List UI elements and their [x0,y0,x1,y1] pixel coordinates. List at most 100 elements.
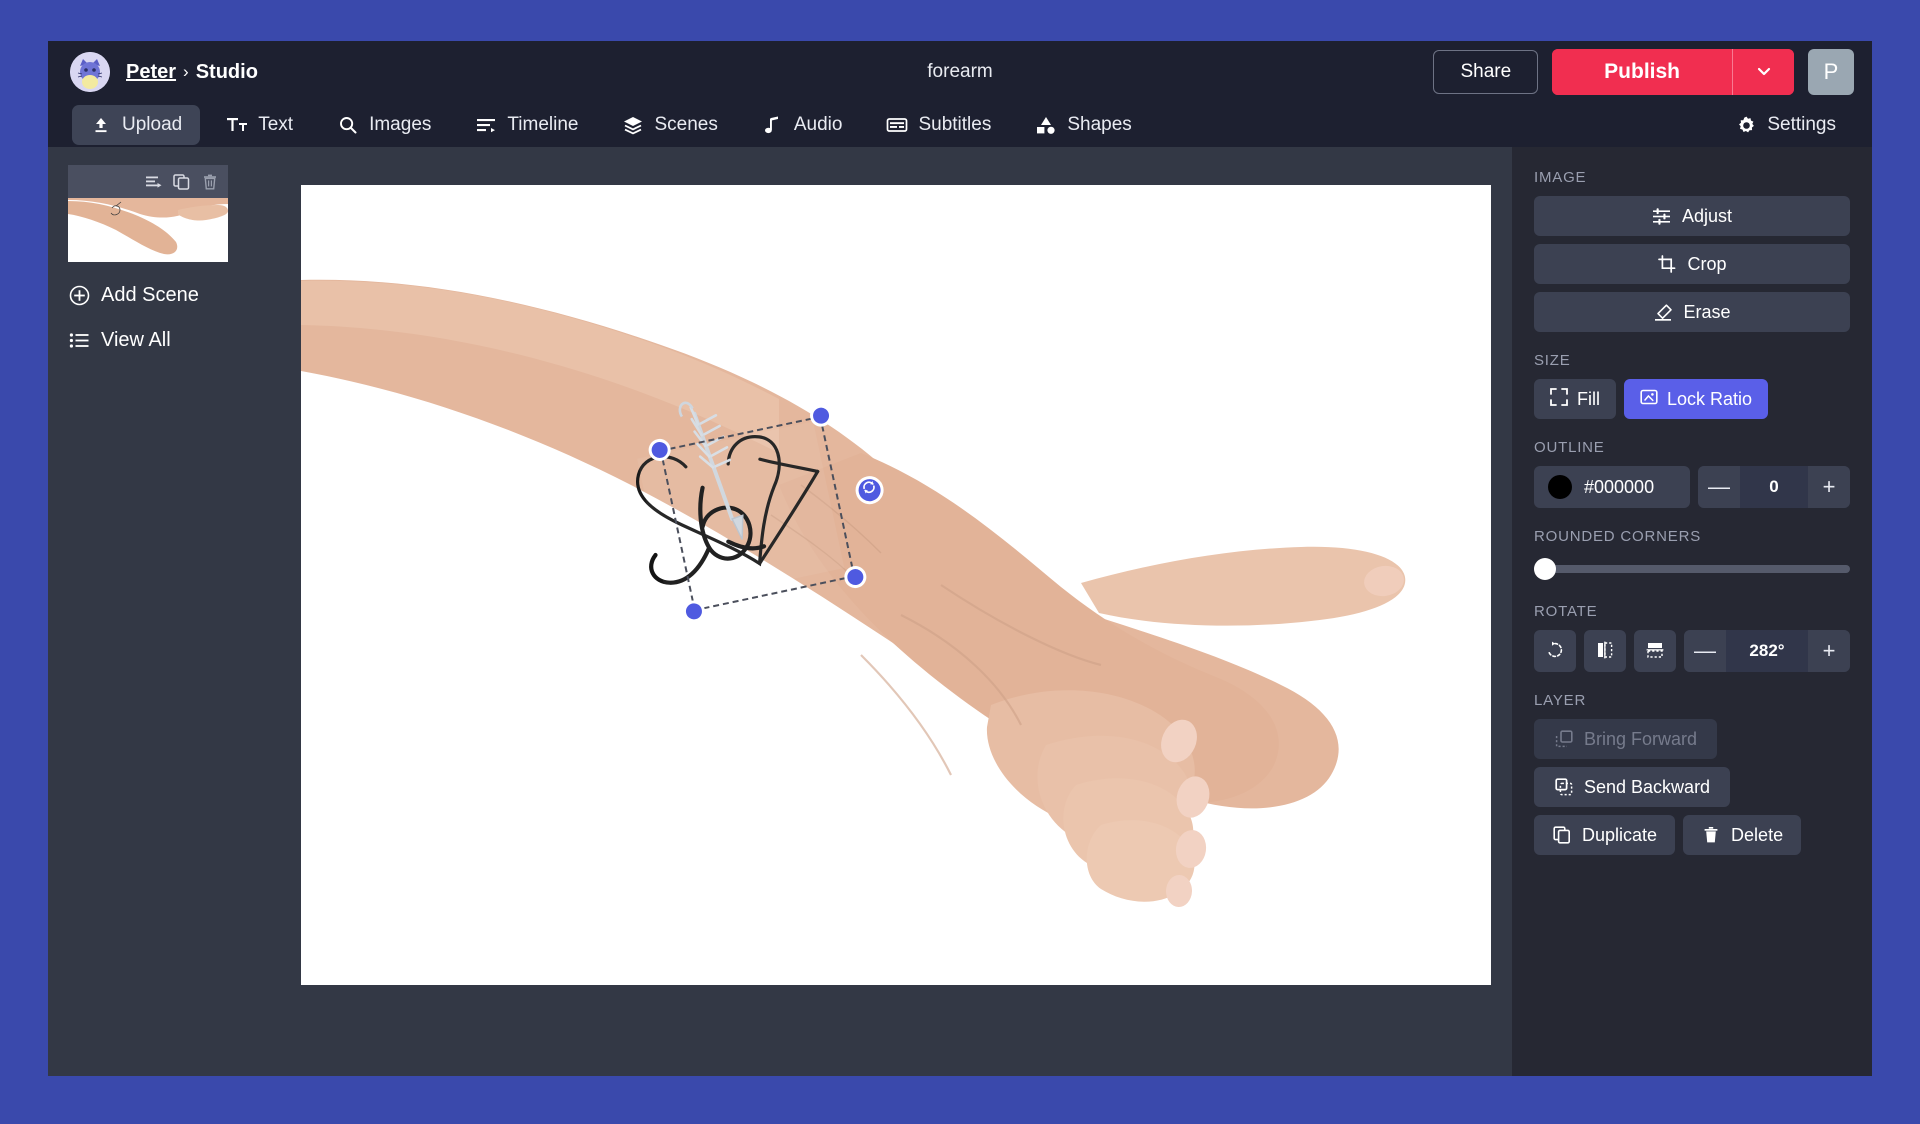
gear-icon [1735,114,1757,136]
tool-text[interactable]: Text [208,105,311,145]
tool-upload[interactable]: Upload [72,105,201,145]
subtitles-icon [886,114,908,136]
studio-app-window: Peter › Studio forearm Share Publish P U… [48,41,1872,1076]
layer-actions-row: Duplicate Delete [1534,815,1850,863]
breadcrumb-user-link[interactable]: Peter [126,61,176,84]
flip-vertical-icon [1646,641,1664,662]
tool-timeline[interactable]: Timeline [457,105,596,145]
outline-color-picker[interactable]: #000000 [1534,466,1690,508]
duplicate-icon[interactable] [173,173,191,191]
rotate-stepper: — 282° + [1684,630,1850,672]
lock-ratio-icon [1640,388,1658,411]
user-avatar[interactable]: P [1808,49,1854,95]
canvas-area [280,147,1512,1076]
send-backward-label: Send Backward [1584,776,1711,797]
forearm-image[interactable] [301,185,1491,985]
main-toolbar: Upload Text Images Timeline Scenes Audio… [48,103,1872,147]
rounded-corners-slider[interactable] [1534,555,1850,583]
erase-button[interactable]: Erase [1534,292,1850,332]
image-section-label: IMAGE [1534,169,1587,186]
selection-outline [659,415,856,612]
cat-avatar-icon[interactable] [70,52,110,92]
flip-vertical-button[interactable] [1634,630,1676,672]
view-all-label: View All [101,329,171,351]
properties-panel: IMAGE Adjust Crop Erase SIZE Fill Lock R… [1512,147,1872,1076]
send-backward-button[interactable]: Send Backward [1534,767,1731,807]
tool-subtitles-label: Subtitles [918,114,992,135]
rotate-decrement-button[interactable]: — [1684,630,1726,672]
trash-icon[interactable] [201,173,219,191]
scene-card[interactable] [68,165,228,262]
layer-section-label: LAYER [1534,692,1587,709]
flip-horizontal-button[interactable] [1584,630,1626,672]
duplicate-layer-button[interactable]: Duplicate [1534,815,1676,855]
adjust-button[interactable]: Adjust [1534,196,1850,236]
publish-button[interactable]: Publish [1552,49,1732,95]
fill-button[interactable]: Fill [1534,379,1616,419]
selection-box[interactable] [646,402,887,625]
publish-dropdown-button[interactable] [1732,49,1794,95]
upload-icon [90,114,112,136]
add-scene-label: Add Scene [101,284,199,306]
fill-label: Fill [1577,388,1600,409]
tool-audio[interactable]: Audio [744,105,861,145]
slider-knob[interactable] [1534,558,1556,580]
bring-forward-label: Bring Forward [1584,728,1698,749]
color-swatch [1548,475,1572,499]
send-backward-icon [1554,777,1574,797]
sliders-icon [1652,206,1672,226]
search-icon [337,114,359,136]
view-all-button[interactable]: View All [68,329,280,352]
outline-increment-button[interactable]: + [1808,466,1850,508]
tool-shapes-label: Shapes [1067,114,1132,135]
tool-upload-label: Upload [122,114,183,135]
tool-scenes[interactable]: Scenes [604,105,735,145]
breadcrumb-section: Studio [195,60,258,83]
app-body: Add Scene View All IMAGE Adjust Crop Era… [48,147,1872,1076]
lock-ratio-button[interactable]: Lock Ratio [1624,379,1769,419]
layers-icon [622,114,644,136]
outline-decrement-button[interactable]: — [1698,466,1740,508]
duplicate-icon [1552,825,1572,845]
settings-button[interactable]: Settings [1717,105,1854,145]
music-note-icon [762,114,784,136]
scenes-sidebar: Add Scene View All [48,147,280,1076]
scene-thumbnail[interactable] [68,198,228,262]
rotate-icon [859,478,879,502]
page-title: forearm [927,61,993,82]
size-buttons-row: Fill Lock Ratio [1534,379,1850,419]
crop-button[interactable]: Crop [1534,244,1850,284]
crop-icon [1657,254,1677,274]
publish-button-group: Publish [1552,49,1794,95]
eraser-icon [1653,302,1673,322]
outline-controls-row: #000000 — 0 + [1534,466,1850,508]
rotate-ccw-icon [1546,641,1564,662]
tool-images[interactable]: Images [319,105,449,145]
share-button[interactable]: Share [1433,50,1539,94]
editor-canvas[interactable] [301,185,1491,985]
rotate-increment-button[interactable]: + [1808,630,1850,672]
slider-track [1534,565,1850,573]
bring-forward-icon [1554,729,1574,749]
rotate-section-label: ROTATE [1534,603,1598,620]
tool-subtitles[interactable]: Subtitles [868,105,1009,145]
outline-color-hex: #000000 [1584,476,1655,497]
settings-label: Settings [1767,114,1836,135]
outline-width-stepper: — 0 + [1698,466,1850,508]
tool-audio-label: Audio [793,114,843,135]
delete-label: Delete [1731,824,1784,845]
list-icon [68,330,90,352]
size-section-label: SIZE [1534,352,1571,369]
rotate-value: 282° [1749,641,1785,660]
bring-forward-button[interactable]: Bring Forward [1534,719,1718,759]
tool-shapes[interactable]: Shapes [1017,105,1149,145]
expand-icon [1550,387,1568,411]
rotate-controls-row: — 282° + [1534,630,1850,672]
add-scene-button[interactable]: Add Scene [68,284,280,307]
delete-layer-button[interactable]: Delete [1683,815,1802,855]
transition-icon[interactable] [145,173,163,191]
crop-label: Crop [1687,253,1727,274]
outline-width-value: 0 [1769,477,1779,496]
rotate-ccw-button[interactable] [1534,630,1576,672]
timeline-icon [475,114,497,136]
